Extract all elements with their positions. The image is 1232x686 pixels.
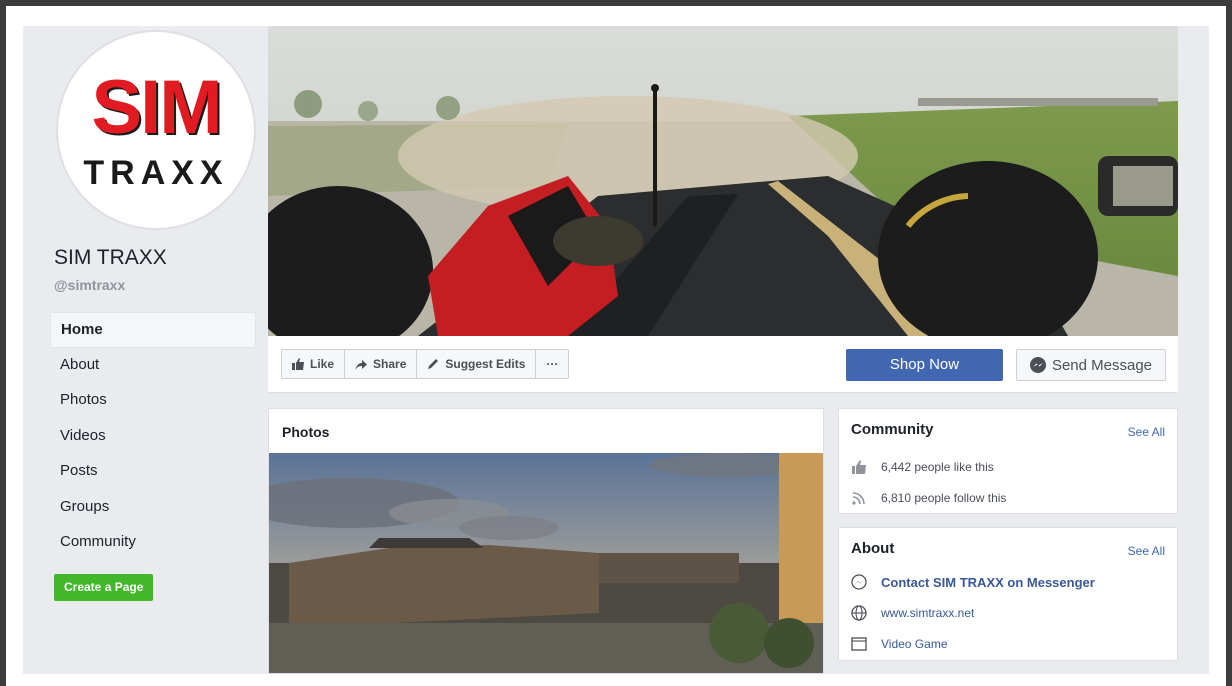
send-message-label: Send Message: [1051, 356, 1153, 374]
about-card: About See All Contact SIM TRAXX on Messe…: [838, 527, 1178, 661]
more-icon: ···: [546, 357, 559, 371]
about-see-all-link[interactable]: See All: [1128, 544, 1165, 558]
suggest-edits-label: Suggest Edits: [445, 357, 526, 371]
category-row: Video Game: [851, 636, 948, 652]
sidebar-item-posts[interactable]: Posts: [50, 454, 256, 490]
website-link[interactable]: www.simtraxx.net: [881, 606, 974, 620]
action-bar: Like Share Suggest Edits ··· Shop Now Se…: [268, 336, 1178, 393]
category-link[interactable]: Video Game: [881, 637, 948, 651]
page-actions: Like Share Suggest Edits ···: [281, 349, 570, 379]
share-arrow-icon: [355, 360, 368, 370]
suggest-edits-button[interactable]: Suggest Edits: [416, 349, 537, 379]
globe-icon: [851, 605, 867, 621]
like-label: Like: [310, 357, 335, 371]
photos-card: Photos: [268, 408, 824, 674]
follows-row: 6,810 people follow this: [851, 490, 1006, 506]
community-title[interactable]: Community: [851, 421, 934, 438]
sidebar-item-home[interactable]: Home: [50, 312, 256, 348]
photo-thumbnail[interactable]: [269, 453, 823, 673]
logo-traxx-text: TRAXX: [83, 154, 229, 192]
messenger-icon: [1029, 357, 1046, 373]
city-photo: [269, 453, 823, 673]
sidebar-nav: Home About Photos Videos Posts Groups Co…: [50, 312, 256, 561]
pencil-icon: [428, 359, 439, 369]
profile-picture[interactable]: SIM TRAXX: [56, 30, 256, 230]
like-button[interactable]: Like: [281, 349, 346, 379]
rss-follow-icon: [852, 492, 865, 505]
send-message-button[interactable]: Send Message: [1016, 349, 1166, 381]
sidebar-item-videos[interactable]: Videos: [50, 419, 256, 455]
sidebar: SIM TRAXX SIM TRAXX @simtraxx Home About…: [24, 26, 264, 674]
community-see-all-link[interactable]: See All: [1128, 425, 1165, 439]
sidebar-item-groups[interactable]: Groups: [50, 490, 256, 526]
messenger-row: Contact SIM TRAXX on Messenger: [851, 574, 1095, 590]
shop-now-button[interactable]: Shop Now: [846, 349, 1003, 381]
about-title[interactable]: About: [851, 540, 894, 557]
messenger-icon: [851, 574, 867, 590]
photos-title[interactable]: Photos: [282, 424, 329, 440]
share-button[interactable]: Share: [344, 349, 418, 379]
share-label: Share: [373, 357, 407, 371]
thumbs-up-icon: [292, 358, 304, 370]
category-tag-icon: [851, 637, 867, 651]
thumbs-up-icon: [852, 460, 866, 474]
website-row: www.simtraxx.net: [851, 605, 974, 621]
create-page-button[interactable]: Create a Page: [54, 574, 154, 601]
cover-image: [268, 26, 1178, 336]
community-card: Community See All 6,442 people like this…: [838, 408, 1178, 514]
follows-count: 6,810 people follow this: [881, 491, 1007, 505]
more-button[interactable]: ···: [535, 349, 570, 379]
page-title[interactable]: SIM TRAXX: [54, 246, 167, 270]
sidebar-item-about[interactable]: About: [50, 348, 256, 384]
cover-photo[interactable]: [268, 26, 1178, 336]
likes-count: 6,442 people like this: [881, 460, 994, 474]
sidebar-item-photos[interactable]: Photos: [50, 383, 256, 419]
sidebar-item-community[interactable]: Community: [50, 525, 256, 561]
messenger-contact-link[interactable]: Contact SIM TRAXX on Messenger: [881, 575, 1095, 590]
likes-row: 6,442 people like this: [851, 459, 994, 475]
logo-sim-text: SIM: [91, 65, 222, 150]
page-handle[interactable]: @simtraxx: [54, 277, 125, 293]
